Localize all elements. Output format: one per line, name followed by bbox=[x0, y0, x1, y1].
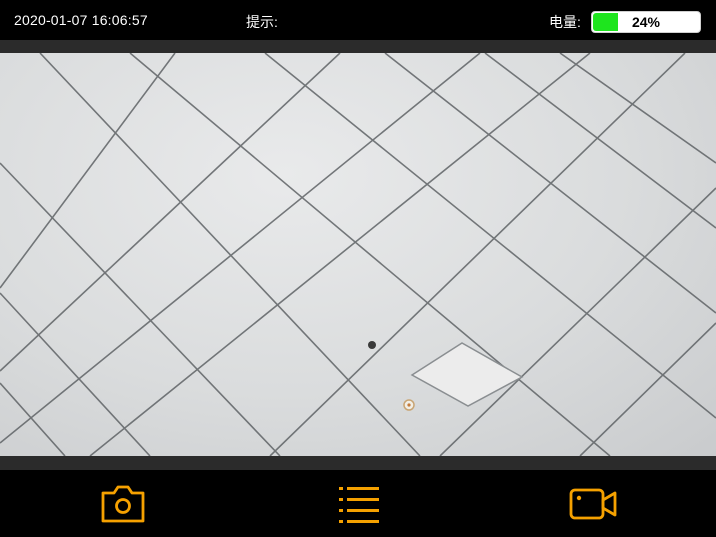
camera-icon bbox=[101, 485, 145, 523]
video-camera-icon bbox=[569, 488, 617, 520]
ceiling-image bbox=[0, 53, 716, 456]
bottom-divider-strip bbox=[0, 456, 716, 470]
status-bar: 2020-01-07 16:06:57 提示: 电量: 24% bbox=[0, 0, 716, 40]
datetime-text: 2020-01-07 16:06:57 bbox=[14, 12, 148, 28]
top-divider-strip bbox=[0, 40, 716, 53]
battery-indicator: 24% bbox=[591, 11, 701, 33]
record-video-button[interactable] bbox=[565, 480, 621, 528]
list-icon bbox=[339, 487, 379, 523]
camera-preview bbox=[0, 53, 716, 456]
bottom-toolbar bbox=[0, 470, 716, 537]
take-photo-button[interactable] bbox=[95, 480, 151, 528]
hint-label: 提示: bbox=[246, 14, 278, 30]
media-list-button[interactable] bbox=[330, 480, 386, 528]
battery-label: 电量: bbox=[549, 14, 581, 30]
battery-percent: 24% bbox=[631, 14, 661, 30]
